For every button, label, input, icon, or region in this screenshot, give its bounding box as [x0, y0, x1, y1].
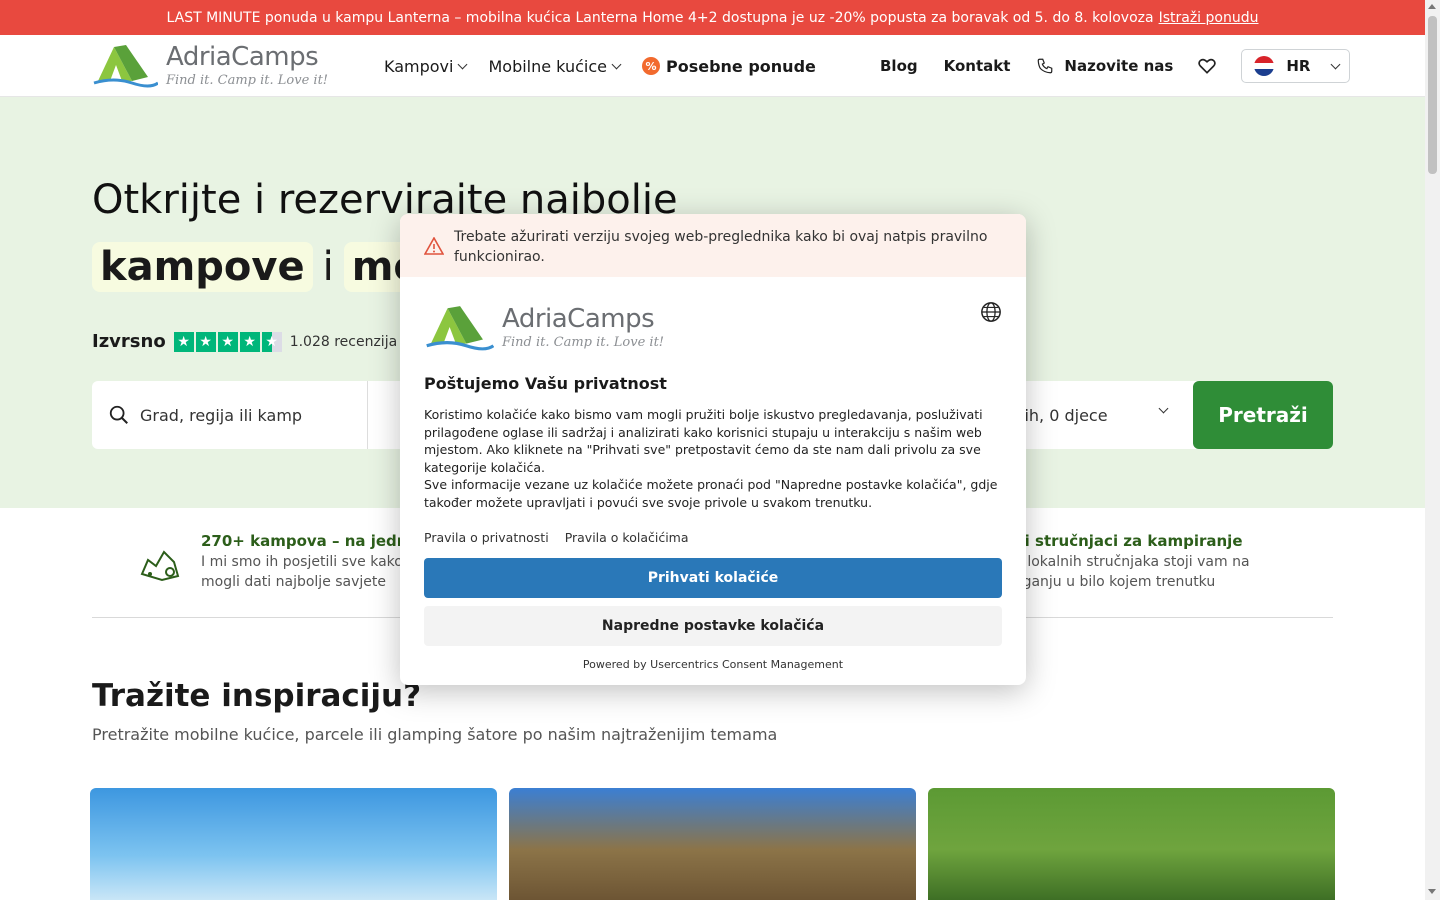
- nav-blog[interactable]: Blog: [880, 57, 918, 75]
- inspiration-card[interactable]: [928, 788, 1335, 900]
- tent-logo-icon: [93, 45, 158, 88]
- consent-body-paragraph-2: Sve informacije vezane uz kolačiće možet…: [424, 477, 998, 510]
- feature-camps: 270+ kampova – na jedr I mi smo ih posje…: [201, 532, 404, 592]
- review-count: 1.028 recenzija: [289, 333, 398, 350]
- nav-posebne-ponude[interactable]: % Posebne ponude: [641, 56, 816, 76]
- nav-mobilne-kucice[interactable]: Mobilne kućice: [488, 56, 622, 76]
- feature-experts-text-2: aganju u bilo kojem trenutku: [1014, 574, 1216, 590]
- inspiration-card[interactable]: [509, 788, 916, 900]
- browser-warning-text: Trebate ažurirati verziju svojeg web-pre…: [454, 229, 988, 265]
- site-header: AdriaCamps Find it. Camp it. Love it! Ka…: [0, 35, 1425, 97]
- scroll-thumb[interactable]: [1428, 16, 1437, 174]
- call-us-link[interactable]: Nazovite nas: [1036, 57, 1173, 75]
- guests-selector[interactable]: lih, 0 djece: [1020, 381, 1108, 449]
- page-scrollbar[interactable]: [1425, 0, 1440, 900]
- advanced-settings-button[interactable]: Napredne postavke kolačića: [424, 606, 1002, 646]
- croatia-flag-icon: [1254, 56, 1275, 76]
- trustpilot-rating[interactable]: Izvrsno ★ ★ ★ ★ ★ 1.028 recenzija: [92, 331, 397, 352]
- star-icon: ★: [195, 331, 216, 352]
- consent-brand-tagline: Find it. Camp it. Love it!: [502, 334, 665, 350]
- feature-experts-title: ni stručnjaci za kampiranje: [1014, 532, 1243, 550]
- consent-title: Poštujemo Vašu privatnost: [424, 374, 667, 393]
- discount-badge-icon: %: [641, 57, 660, 75]
- main-nav: Kampovi Mobilne kućice % Posebne ponude: [384, 35, 816, 97]
- nav-kampovi[interactable]: Kampovi: [384, 56, 468, 76]
- feature-camps-text-1: I mi smo ih posjetili sve kako: [201, 554, 403, 570]
- nav-kampovi-label: Kampovi: [384, 56, 454, 76]
- heart-icon[interactable]: [1197, 56, 1217, 76]
- accept-cookies-button[interactable]: Prihvati kolačiće: [424, 558, 1002, 598]
- tent-logo-icon: [426, 306, 494, 351]
- feature-camps-text-2: mogli dati najbolje savjete: [201, 574, 387, 590]
- cookie-policy-link[interactable]: Pravila o kolačićima: [565, 530, 689, 545]
- feature-experts-text-1: n lokalnih stručnjaka stoji vam na: [1014, 554, 1250, 570]
- inspiration-card[interactable]: [90, 788, 497, 900]
- scroll-down-arrow-icon[interactable]: [1428, 889, 1436, 894]
- destination-placeholder: Grad, regija ili kamp: [140, 405, 303, 425]
- guests-value: lih, 0 djece: [1020, 405, 1108, 425]
- powered-by-text: Powered by Usercentrics Consent Manageme…: [582, 658, 844, 671]
- phone-icon: [1038, 58, 1053, 74]
- promo-link[interactable]: Istraži ponudu: [1159, 10, 1259, 26]
- map-route-icon: [140, 550, 180, 582]
- consent-body: Koristimo kolačiće kako bismo vam mogli …: [424, 406, 1002, 511]
- site-logo[interactable]: AdriaCamps Find it. Camp it. Love it!: [92, 41, 328, 89]
- brand-tagline: Find it. Camp it. Love it!: [166, 72, 329, 88]
- chevron-down-icon: [1331, 59, 1341, 69]
- search-icon: [109, 405, 128, 424]
- destination-input[interactable]: Grad, regija ili kamp: [92, 381, 368, 449]
- inspiration-title: Tražite inspiraciju?: [92, 678, 422, 714]
- consent-links: Pravila o privatnosti Pravila o kolačići…: [424, 530, 689, 545]
- language-selector[interactable]: HR: [1241, 49, 1351, 83]
- rating-label: Izvrsno: [92, 331, 166, 352]
- search-button[interactable]: Pretraži: [1193, 381, 1333, 449]
- scroll-up-arrow-icon[interactable]: [1428, 4, 1436, 9]
- browser-warning: Trebate ažurirati verziju svojeg web-pre…: [400, 214, 1026, 277]
- consent-body-paragraph-1: Koristimo kolačiće kako bismo vam mogli …: [424, 407, 983, 475]
- chevron-down-icon: [611, 59, 622, 69]
- half-star-icon: ★: [261, 331, 282, 352]
- chevron-down-icon: [1158, 403, 1169, 414]
- brand-name: AdriaCamps: [166, 41, 319, 72]
- nav-mobilne-label: Mobilne kućice: [488, 56, 607, 76]
- hero-subtitle-line: kampove i mo: [92, 242, 429, 292]
- promo-text: LAST MINUTE ponuda u kampu Lanterna – mo…: [166, 9, 1154, 26]
- hero-conjunction: i: [322, 244, 334, 290]
- privacy-policy-link[interactable]: Pravila o privatnosti: [424, 530, 549, 545]
- star-icon: ★: [239, 331, 260, 352]
- consent-brand-name: AdriaCamps: [502, 303, 655, 334]
- star-icon: ★: [217, 331, 238, 352]
- feature-experts: ni stručnjaci za kampiranje n lokalnih s…: [1014, 532, 1250, 592]
- nav-special-label: Posebne ponude: [665, 56, 816, 76]
- nav-kontakt[interactable]: Kontakt: [944, 57, 1011, 75]
- hero-highlight-kampove: kampove: [92, 242, 313, 292]
- header-actions: Blog Kontakt Nazovite nas HR: [880, 35, 1351, 97]
- call-us-label: Nazovite nas: [1064, 57, 1174, 75]
- rating-stars: ★ ★ ★ ★ ★: [173, 331, 282, 352]
- chevron-down-icon: [458, 59, 468, 69]
- inspiration-subtitle: Pretražite mobilne kućice, parcele ili g…: [92, 725, 778, 744]
- cookie-consent-dialog: Trebate ažurirati verziju svojeg web-pre…: [400, 214, 1026, 685]
- star-icon: ★: [173, 331, 194, 352]
- consent-logo: AdriaCamps Find it. Camp it. Love it!: [424, 302, 664, 352]
- feature-camps-title: 270+ kampova – na jedr: [201, 532, 405, 550]
- language-label: HR: [1286, 57, 1311, 75]
- warning-icon: [424, 237, 444, 255]
- globe-language-icon[interactable]: [980, 301, 1002, 323]
- promo-banner: LAST MINUTE ponuda u kampu Lanterna – mo…: [0, 0, 1425, 35]
